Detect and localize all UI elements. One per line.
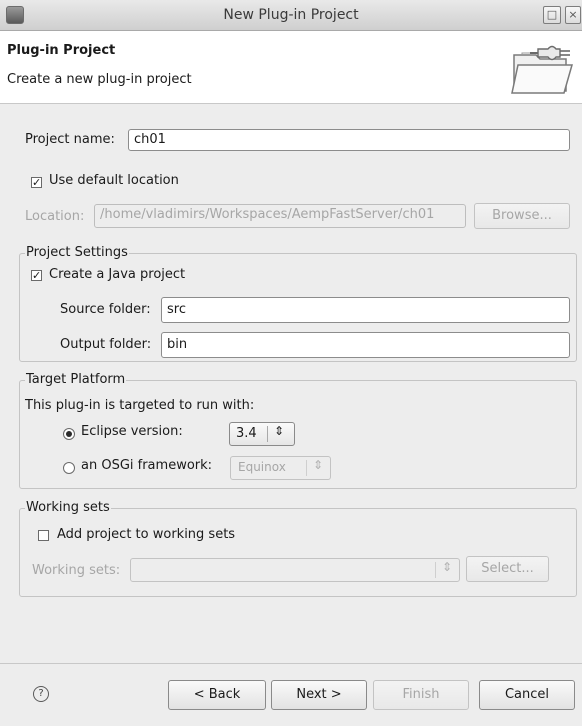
osgi-framework-radio[interactable] <box>63 462 75 474</box>
source-folder-input[interactable]: src <box>161 297 570 323</box>
close-icon[interactable]: × <box>565 6 581 24</box>
eclipse-version-label: Eclipse version: <box>81 424 183 439</box>
java-project-checkbox[interactable]: ✓ <box>31 270 42 281</box>
output-folder-label: Output folder: <box>60 337 152 352</box>
working-sets-group <box>19 508 577 597</box>
up-down-arrows-icon: ⇕ <box>313 458 324 472</box>
up-down-arrows-icon: ⇕ <box>274 424 285 438</box>
next-button[interactable]: Next > <box>271 680 367 710</box>
project-name-input[interactable]: ch01 <box>128 129 570 151</box>
osgi-framework-value: Equinox <box>238 460 286 474</box>
project-name-label: Project name: <box>25 132 115 147</box>
target-platform-legend: Target Platform <box>25 372 127 387</box>
plugin-wizard-icon <box>511 45 573 94</box>
location-input[interactable]: /home/vladimirs/Workspaces/AempFastServe… <box>94 204 466 228</box>
help-icon[interactable]: ? <box>33 686 49 702</box>
osgi-framework-label: an OSGi framework: <box>81 458 213 473</box>
eclipse-version-radio[interactable] <box>63 428 75 440</box>
eclipse-version-select[interactable]: 3.4 ⇕ <box>229 422 295 446</box>
source-folder-label: Source folder: <box>60 302 151 317</box>
select-divider <box>267 426 268 442</box>
select-divider <box>435 562 436 578</box>
wizard-header: Plug-in Project Create a new plug-in pro… <box>0 31 582 104</box>
browse-button[interactable]: Browse... <box>474 203 570 229</box>
add-to-working-sets-checkbox[interactable] <box>38 530 49 541</box>
back-button[interactable]: < Back <box>168 680 266 710</box>
finish-button[interactable]: Finish <box>373 680 469 710</box>
java-project-label: Create a Java project <box>49 267 186 282</box>
default-location-label: Use default location <box>49 173 179 188</box>
page-title: Plug-in Project <box>7 43 116 58</box>
working-sets-legend: Working sets <box>25 500 111 515</box>
maximize-icon[interactable]: □ <box>543 6 561 24</box>
project-settings-legend: Project Settings <box>25 245 129 260</box>
cancel-button[interactable]: Cancel <box>479 680 575 710</box>
osgi-framework-select[interactable]: Equinox ⇕ <box>230 456 331 480</box>
page-subtitle: Create a new plug-in project <box>7 72 192 87</box>
default-location-checkbox[interactable]: ✓ <box>31 177 42 188</box>
button-bar-separator <box>0 663 582 664</box>
up-down-arrows-icon: ⇕ <box>442 560 453 574</box>
target-platform-description: This plug-in is targeted to run with: <box>25 398 255 413</box>
select-working-sets-button[interactable]: Select... <box>466 556 549 582</box>
working-sets-select[interactable]: ⇕ <box>130 558 460 582</box>
add-to-working-sets-label: Add project to working sets <box>57 527 236 542</box>
location-label: Location: <box>25 209 85 224</box>
window-title: New Plug-in Project <box>223 7 359 23</box>
window-title-bar[interactable]: New Plug-in Project □ × <box>0 0 582 31</box>
output-folder-input[interactable]: bin <box>161 332 570 358</box>
select-divider <box>306 460 307 476</box>
eclipse-version-value: 3.4 <box>236 426 257 441</box>
working-sets-label: Working sets: <box>32 563 121 578</box>
